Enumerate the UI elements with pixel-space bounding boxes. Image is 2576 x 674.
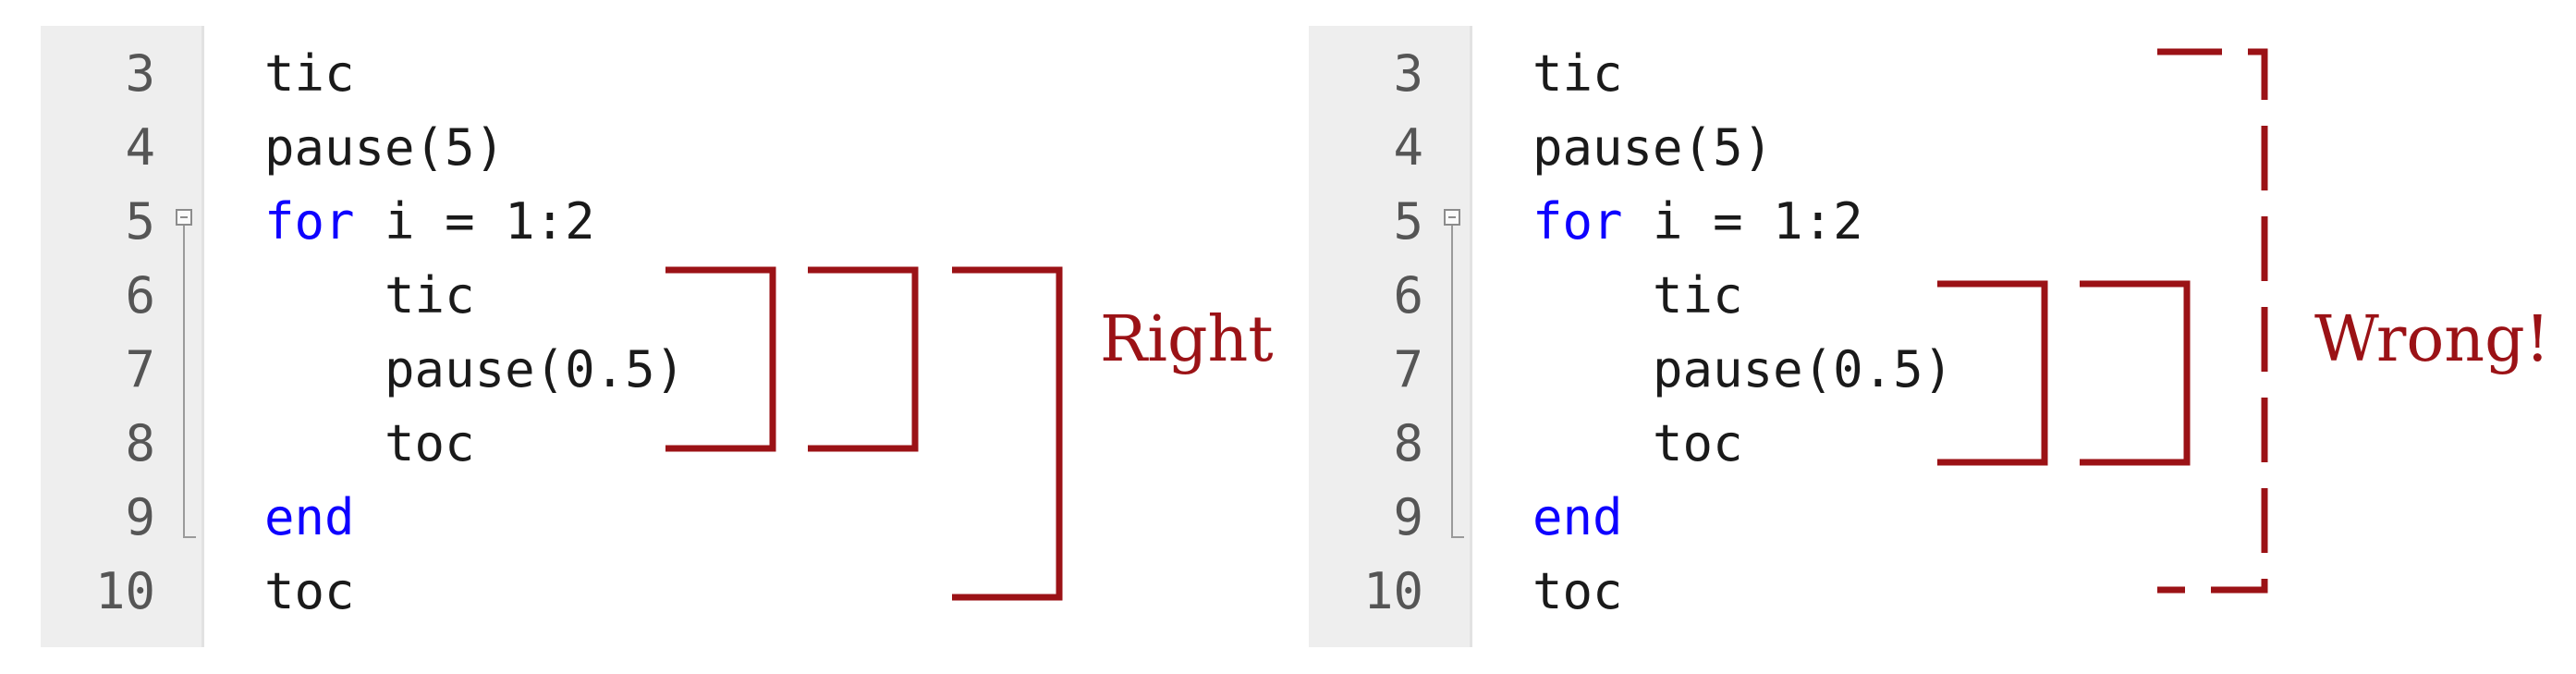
inner-loop-bracket-1 xyxy=(1937,280,2048,466)
outer-timer-bracket-dashed xyxy=(2157,48,2268,594)
inner-loop-bracket-2 xyxy=(808,266,919,452)
inner-loop-bracket-1 xyxy=(665,266,776,452)
annotation-wrong-label: Wrong! xyxy=(2314,303,2550,376)
inner-loop-bracket-2 xyxy=(2080,280,2191,466)
annotation-right-label: Right xyxy=(1100,303,1274,376)
outer-timer-bracket xyxy=(952,266,1063,601)
bracket-annotations xyxy=(665,48,2268,601)
